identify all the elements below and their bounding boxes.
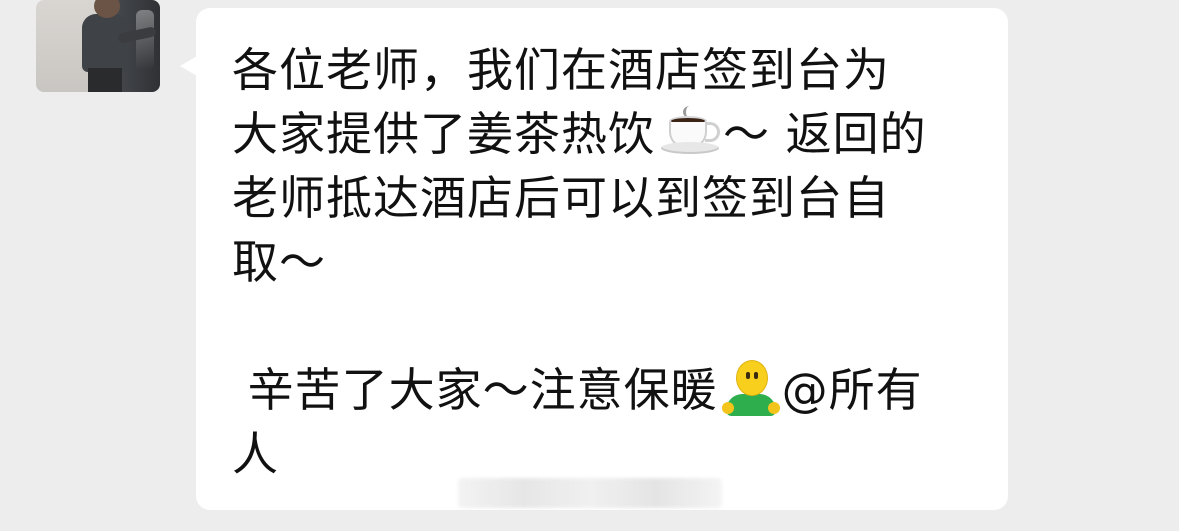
message-line-6: 人 [232,427,279,481]
message-line-5: 辛苦了大家～注意保暖 @所有 [232,358,972,422]
avatar-person-body [82,14,128,72]
message-line-3: 老师抵达酒店后可以到签到台自 [232,171,890,225]
message-line-2: 大家提供了姜茶热饮 ～ 返回的 [232,102,972,166]
message-line-2-text: 大家提供了姜茶热饮 [232,107,655,161]
person-shrugging-icon [721,360,780,416]
message-line-2-tail: ～ 返回的 [723,107,927,161]
blurred-watermark [458,478,722,508]
coffee-icon [661,106,720,154]
message-line-4: 取～ [232,235,326,289]
avatar-person-legs [88,68,122,92]
avatar-car-shine [136,10,154,70]
message-line-1: 各位老师，我们在酒店签到台为 [232,43,890,97]
mention-all[interactable]: @所有 [782,363,923,417]
sender-avatar[interactable] [36,0,160,92]
bubble-tail [180,56,197,76]
message-bubble[interactable]: 各位老师，我们在酒店签到台为 大家提供了姜茶热饮 ～ 返回的 老师抵达酒店后可以到… [196,8,1008,510]
message-line-5-text: 辛苦了大家～注意保暖 [232,363,718,417]
